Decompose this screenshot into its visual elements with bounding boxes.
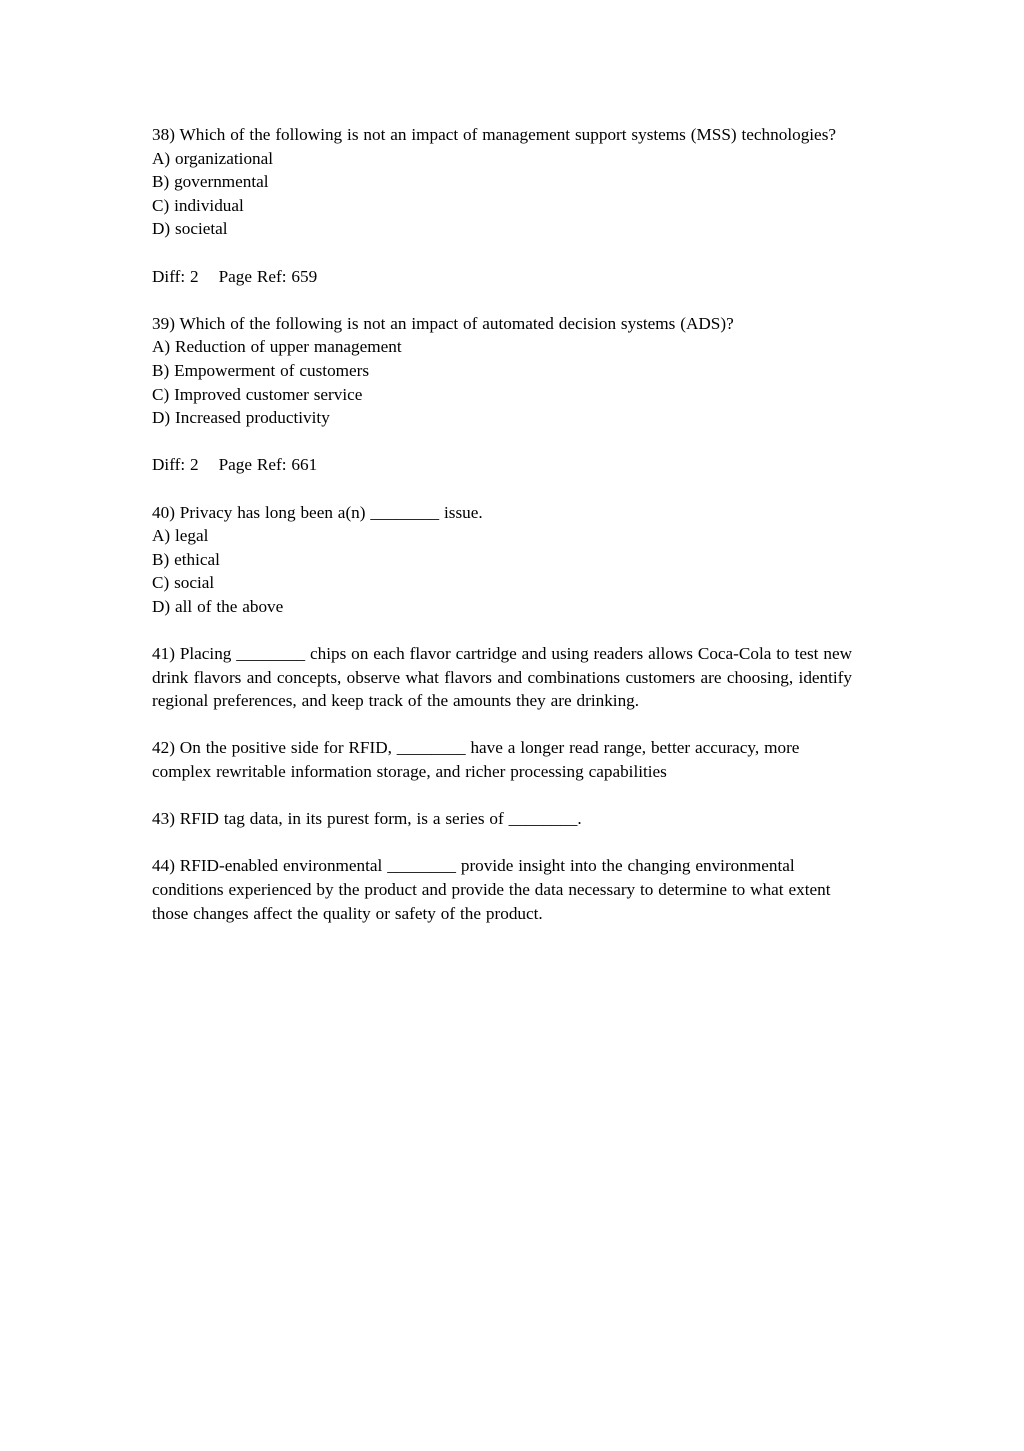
option-d: D) Increased productivity — [152, 408, 330, 428]
question-item: 40) Privacy has long been a(n) ________ … — [152, 501, 852, 525]
question-item: 38) Which of the following is not an imp… — [152, 123, 852, 147]
question-item: 41) Placing ________ chips on each flavo… — [152, 642, 852, 713]
document-page: 38) Which of the following is not an imp… — [0, 0, 1024, 1451]
option-d: D) societal — [152, 219, 228, 239]
meta-line: Diff: 2 Page Ref: 659 — [152, 265, 852, 289]
option-a: A) legal — [152, 526, 209, 546]
option-c: C) individual — [152, 195, 244, 215]
page-ref-value: 661 — [291, 455, 318, 475]
question-list: 38) Which of the following is not an imp… — [152, 123, 852, 925]
question-text: 41) Placing ________ chips on each flavo… — [152, 644, 852, 711]
question-item: 44) RFID-enabled environmental ________ … — [152, 854, 852, 925]
question-options: A) Reduction of upper management B) Empo… — [152, 335, 852, 429]
page-ref-value: 659 — [291, 266, 318, 286]
option-b: B) ethical — [152, 549, 220, 569]
question-text: 40) Privacy has long been a(n) ________ … — [152, 502, 483, 522]
option-a: A) organizational — [152, 148, 274, 168]
page-ref-label: Page Ref: — [218, 266, 287, 286]
question-meta: Diff: 2 Page Ref: 659 — [152, 265, 852, 289]
question-text: 38) Which of the following is not an imp… — [152, 125, 837, 144]
question-meta: Diff: 2 Page Ref: 661 — [152, 453, 852, 477]
question-text: 42) On the positive side for RFID, _____… — [152, 738, 800, 782]
meta-line: Diff: 2 Page Ref: 661 — [152, 453, 852, 477]
diff-value: 2 — [190, 455, 199, 475]
diff-value: 2 — [190, 266, 199, 286]
question-options: A) legal B) ethical C) social D) all of … — [152, 524, 852, 618]
option-b: B) governmental — [152, 172, 269, 192]
option-c: C) Improved customer service — [152, 384, 363, 404]
page-ref-label: Page Ref: — [218, 455, 287, 475]
option-c: C) social — [152, 573, 215, 593]
question-options: A) organizational B) governmental C) ind… — [152, 147, 852, 241]
question-text: 43) RFID tag data, in its purest form, i… — [152, 809, 582, 829]
question-text: 44) RFID-enabled environmental ________ … — [152, 856, 831, 923]
question-item: 39) Which of the following is not an imp… — [152, 312, 852, 336]
question-item: 43) RFID tag data, in its purest form, i… — [152, 807, 852, 831]
diff-label: Diff: — [152, 455, 186, 475]
question-item: 42) On the positive side for RFID, _____… — [152, 736, 852, 783]
diff-label: Diff: — [152, 266, 186, 286]
question-text: 39) Which of the following is not an imp… — [152, 313, 734, 333]
option-b: B) Empowerment of customers — [152, 360, 370, 380]
option-a: A) Reduction of upper management — [152, 337, 402, 357]
option-d: D) all of the above — [152, 596, 284, 616]
